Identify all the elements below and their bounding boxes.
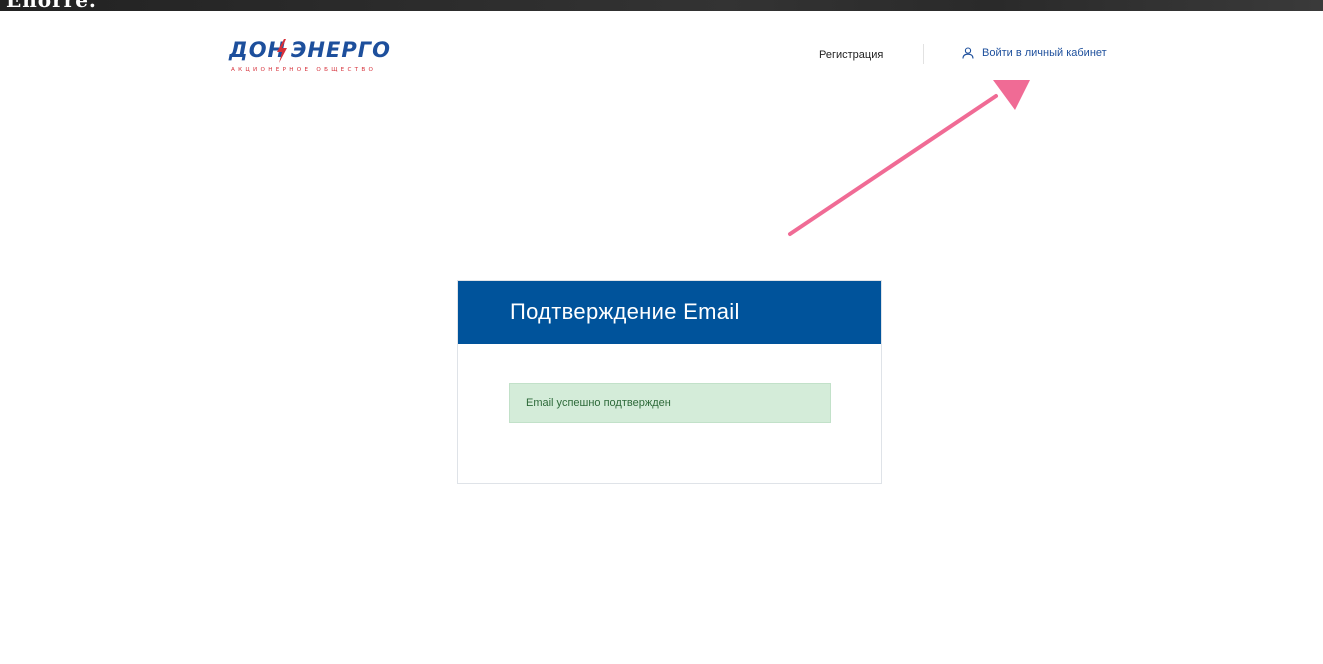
email-confirmation-card: Подтверждение Email Email успешно подтве… bbox=[457, 280, 882, 484]
login-link-label: Войти в личный кабинет bbox=[982, 47, 1107, 59]
page: Enorre. ДОН ЭНЕРГО АКЦИОНЕРНОЕ ОБЩЕСТВО … bbox=[0, 0, 1323, 664]
logo-subtitle: АКЦИОНЕРНОЕ ОБЩЕСТВО bbox=[231, 67, 377, 73]
logo[interactable]: ДОН ЭНЕРГО АКЦИОНЕРНОЕ ОБЩЕСТВО bbox=[229, 38, 399, 78]
success-alert: Email успешно подтвержден bbox=[509, 383, 831, 423]
top-strip: Enorre. bbox=[0, 0, 1323, 11]
lightning-bolt-icon bbox=[277, 39, 287, 63]
register-link[interactable]: Регистрация bbox=[819, 49, 883, 61]
logo-word-energo: ЭНЕРГО bbox=[291, 38, 391, 62]
success-alert-text: Email успешно подтвержден bbox=[526, 397, 671, 409]
nav-divider bbox=[923, 44, 924, 64]
top-strip-text: Enorre. bbox=[6, 0, 97, 11]
card-title: Подтверждение Email bbox=[510, 299, 740, 324]
card-header: Подтверждение Email bbox=[458, 281, 881, 344]
login-link[interactable]: Войти в личный кабинет bbox=[962, 47, 1107, 59]
user-icon bbox=[962, 47, 974, 59]
